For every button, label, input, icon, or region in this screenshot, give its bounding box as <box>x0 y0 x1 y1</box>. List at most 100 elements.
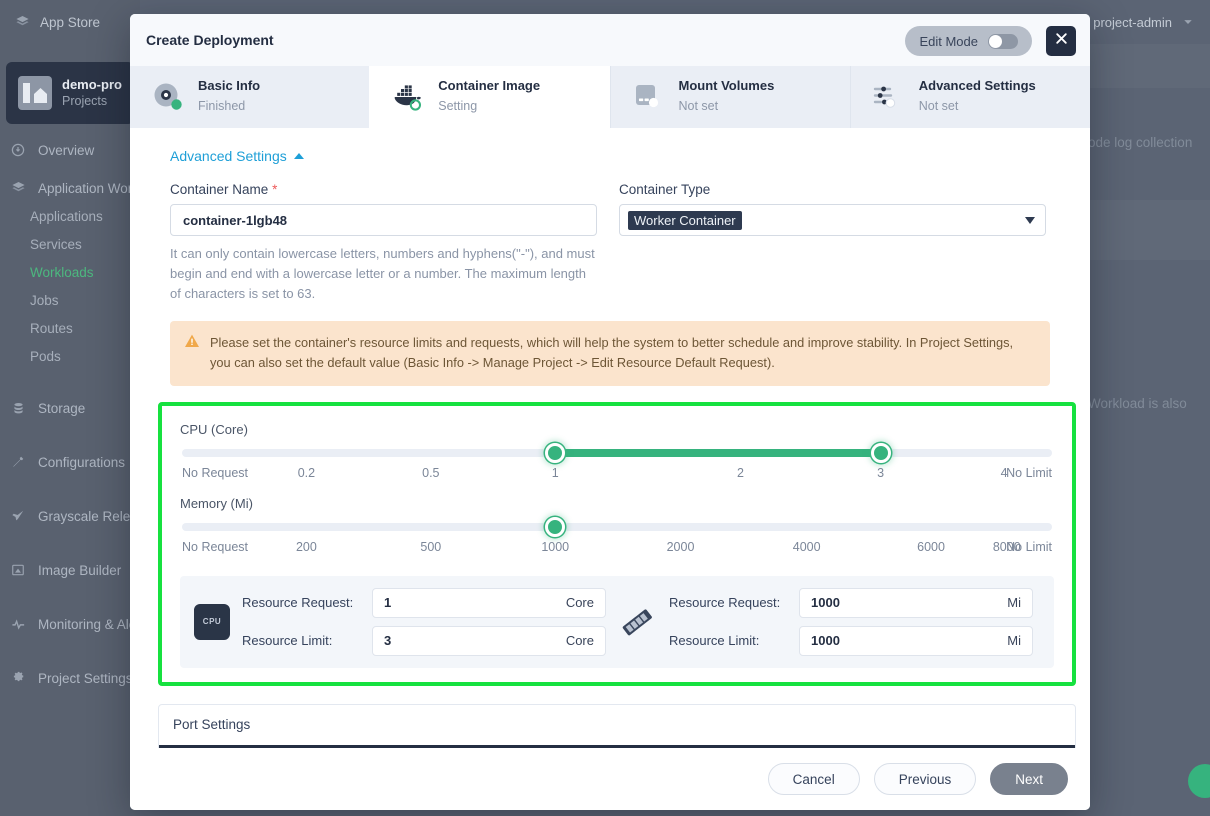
sidebar-item-configurations[interactable]: Configurations <box>0 448 140 476</box>
memory-limit-input[interactable]: 1000 Mi <box>799 625 1033 656</box>
container-name-field-group: Container Name * container-1lgb48 It can… <box>170 182 597 303</box>
edit-mode-toggle[interactable]: Edit Mode <box>905 26 1032 56</box>
memory-slider-track[interactable] <box>182 516 1052 537</box>
container-type-select[interactable]: Worker Container <box>619 204 1046 236</box>
cpu-request-label: Resource Request: <box>242 595 354 611</box>
gear-icon <box>10 670 26 686</box>
sidebar-item-application-workloads[interactable]: Application Work <box>0 174 140 202</box>
cpu-limit-handle[interactable] <box>870 442 891 463</box>
tab-basic-info[interactable]: Basic Info Finished <box>130 66 369 128</box>
sidebar-item-label: Pods <box>30 348 61 364</box>
chevron-down-icon[interactable] <box>1180 14 1196 30</box>
sidebar-item-label: Workloads <box>30 264 94 280</box>
sidebar-item-label: Grayscale Releas <box>38 508 145 524</box>
tab-mount-volumes[interactable]: Mount Volumes Not set <box>609 66 850 128</box>
tab-state: Finished <box>198 98 246 113</box>
modal-header: Create Deployment Edit Mode <box>130 14 1090 66</box>
cpu-limit-input[interactable]: 3 Core <box>372 625 606 656</box>
cpu-slider-fill <box>555 448 881 457</box>
cpu-request-value: 1 <box>384 595 392 611</box>
topbar-username[interactable]: project-admin <box>1093 15 1172 30</box>
project-name: demo-pro <box>62 76 122 92</box>
sidebar-item-monitoring-alerting[interactable]: Monitoring & Aler <box>0 610 141 638</box>
sidebar-item-project-settings[interactable]: Project Settings <box>0 664 140 692</box>
sidebar-item-grayscale-release[interactable]: Grayscale Releas <box>0 502 145 530</box>
container-type-value: Worker Container <box>628 210 742 230</box>
create-deployment-modal: Create Deployment Edit Mode Basic Info F… <box>130 14 1090 810</box>
memory-request-handle[interactable] <box>545 516 566 537</box>
memory-request-input[interactable]: 1000 Mi <box>799 587 1033 618</box>
container-fields-row: Container Name * container-1lgb48 It can… <box>170 182 1070 303</box>
port-settings-action-bar <box>159 744 1075 748</box>
memory-slider-ticks: No Request 200 500 1000 2000 4000 6000 8000 No L… <box>182 540 1052 562</box>
close-button[interactable] <box>1046 26 1076 56</box>
tab-container-image[interactable]: Container Image Setting <box>369 66 610 128</box>
sidebar-item-label: Applications <box>30 208 103 224</box>
sliders-icon <box>871 80 907 114</box>
sidebar-item-app-store[interactable]: App Store <box>0 0 140 44</box>
cpu-slider-ticks: No Request 0.2 0.5 1 2 3 4 No Limit <box>182 466 1052 488</box>
sidebar-item-image-builder[interactable]: Image Builder <box>0 556 140 584</box>
docker-whale-icon <box>390 80 426 114</box>
slider-tick-label: 1 <box>551 465 559 480</box>
memory-request-row: Resource Request: 1000 Mi <box>669 587 1040 618</box>
sidebar-item-label: Storage <box>38 400 86 416</box>
cpu-request-handle[interactable] <box>545 442 566 463</box>
tab-label: Advanced Settings <box>918 78 1036 94</box>
sidebar-item-jobs[interactable]: Jobs <box>0 286 140 314</box>
sidebar-item-applications[interactable]: Applications <box>0 202 140 230</box>
layers-icon <box>10 180 26 196</box>
tab-state: Not set <box>678 98 719 113</box>
sidebar-item-services[interactable]: Services <box>0 230 140 258</box>
memory-request-value: 1000 <box>811 595 840 611</box>
cpu-chip-label: CPU <box>202 617 222 627</box>
cpu-request-input[interactable]: 1 Core <box>372 587 606 618</box>
memory-slider-block: Memory (Mi) No Request 200 500 1000 2000 4000… <box>176 496 1058 562</box>
cpu-slider-block: CPU (Core) No Request 0.2 0.5 1 2 3 4 No Limit <box>176 422 1058 488</box>
container-name-helper: It can only contain lowercase letters, n… <box>170 246 595 301</box>
image-icon <box>10 562 26 578</box>
sidebar: App Store demo-pro Projects Overview App… <box>0 0 145 816</box>
cpu-slider-title: CPU (Core) <box>180 421 248 437</box>
slider-tick-label: 500 <box>420 539 442 554</box>
close-icon <box>1054 31 1069 51</box>
modal-body[interactable]: Advanced Settings Container Name * conta… <box>130 128 1090 748</box>
sidebar-item-routes[interactable]: Routes <box>0 314 140 342</box>
sidebar-item-label: Application Work <box>38 180 140 196</box>
cancel-button[interactable]: Cancel <box>767 763 860 795</box>
cpu-slider-track[interactable] <box>182 442 1052 463</box>
previous-button[interactable]: Previous <box>873 763 977 795</box>
sidebar-project-card[interactable]: demo-pro Projects <box>6 62 134 124</box>
memory-limit-label: Resource Limit: <box>669 633 760 649</box>
sidebar-item-pods[interactable]: Pods <box>0 342 140 370</box>
sidebar-item-overview[interactable]: Overview <box>0 136 140 164</box>
tab-advanced-settings[interactable]: Advanced Settings Not set <box>849 66 1090 128</box>
required-marker: * <box>272 182 278 197</box>
sidebar-item-workloads[interactable]: Workloads <box>0 258 140 286</box>
memory-resource-group: Resource Request: 1000 Mi Resource Limit… <box>617 587 1040 656</box>
sidebar-item-storage[interactable]: Storage <box>0 394 140 422</box>
basic-info-icon <box>150 80 186 114</box>
cpu-request-row: Resource Request: 1 Core <box>242 587 617 618</box>
tab-state: Not set <box>918 98 959 113</box>
advanced-settings-toggle[interactable]: Advanced Settings <box>170 148 304 164</box>
pulse-icon <box>10 616 26 632</box>
toggle-off-icon[interactable] <box>988 33 1018 49</box>
sidebar-item-label: App Store <box>40 14 101 30</box>
project-thumb-icon <box>18 76 52 110</box>
container-name-label: Container Name * <box>170 182 597 197</box>
sidebar-item-label: Services <box>30 236 82 252</box>
slider-tick-label: No Limit <box>1006 539 1052 554</box>
slider-tick-label: 0.5 <box>422 465 440 480</box>
edit-mode-label: Edit Mode <box>919 33 978 49</box>
advanced-settings-label: Advanced Settings <box>170 148 287 164</box>
slider-tick-label: 0.2 <box>297 465 316 480</box>
slider-tick-label: No Request <box>182 465 249 480</box>
container-name-input[interactable]: container-1lgb48 <box>170 204 597 236</box>
memory-slider-title: Memory (Mi) <box>180 495 253 511</box>
port-settings-title: Port Settings <box>173 716 251 732</box>
layers-icon <box>14 14 30 30</box>
next-button[interactable]: Next <box>990 763 1068 795</box>
sidebar-item-label: Jobs <box>30 292 59 308</box>
memory-request-label: Resource Request: <box>669 595 781 611</box>
